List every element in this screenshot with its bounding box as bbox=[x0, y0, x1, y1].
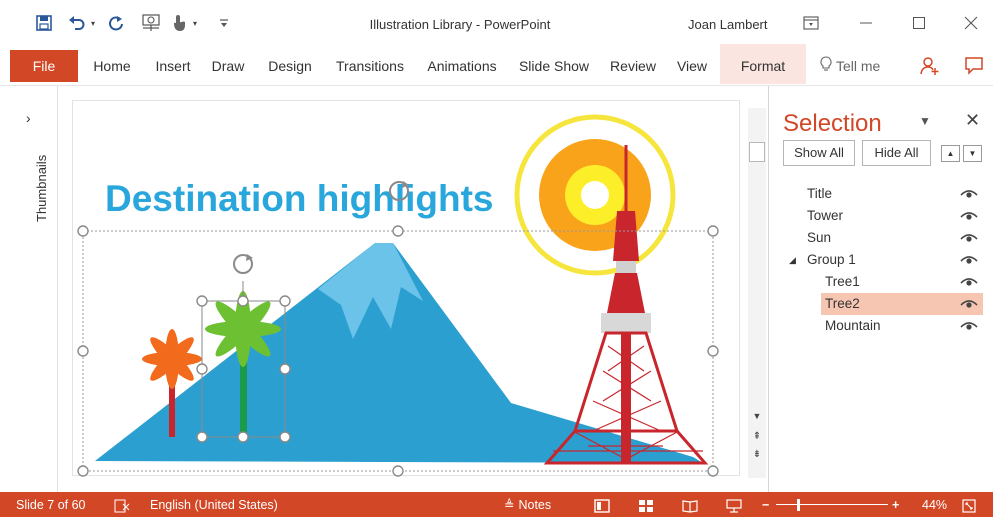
tab-file[interactable]: File bbox=[10, 50, 78, 82]
list-item-mountain[interactable]: Mountain bbox=[769, 315, 993, 337]
list-item-tree1[interactable]: Tree1 bbox=[769, 271, 993, 293]
comments-icon[interactable] bbox=[964, 56, 984, 79]
notes-label: Notes bbox=[518, 498, 552, 512]
collapse-group-icon[interactable]: ◢ bbox=[789, 249, 796, 271]
tell-me-search[interactable]: Tell me bbox=[820, 44, 880, 86]
close-icon[interactable] bbox=[960, 14, 982, 32]
touch-mode-icon[interactable] bbox=[170, 13, 188, 33]
slide-sorter-icon[interactable] bbox=[638, 492, 654, 517]
visibility-eye-icon[interactable] bbox=[959, 249, 983, 271]
visibility-eye-icon[interactable] bbox=[959, 183, 983, 205]
undo-icon[interactable] bbox=[66, 13, 88, 33]
visibility-eye-icon[interactable] bbox=[959, 271, 983, 293]
list-item-sun[interactable]: Sun bbox=[769, 227, 993, 249]
spell-check-icon[interactable] bbox=[114, 492, 130, 517]
tab-animations[interactable]: Animations bbox=[420, 44, 504, 84]
list-item-label: Tower bbox=[807, 208, 844, 223]
slide-canvas[interactable]: Destination highlights bbox=[72, 100, 740, 477]
lightbulb-icon bbox=[820, 45, 832, 89]
tab-review[interactable]: Review bbox=[604, 44, 662, 84]
tab-home[interactable]: Home bbox=[86, 44, 138, 84]
tab-insert[interactable]: Insert bbox=[148, 44, 198, 84]
status-bar: Slide 7 of 60 English (United States) ≜ N… bbox=[0, 492, 993, 517]
slide-counter[interactable]: Slide 7 of 60 bbox=[16, 492, 86, 517]
list-item-label: Tree1 bbox=[825, 274, 860, 289]
tree2-rotate-handle[interactable] bbox=[233, 254, 253, 274]
list-item-tower[interactable]: Tower bbox=[769, 205, 993, 227]
zoom-slider[interactable] bbox=[776, 504, 888, 505]
slide-title[interactable]: Destination highlights bbox=[105, 178, 493, 219]
bring-forward-icon[interactable]: ▲ bbox=[941, 145, 960, 162]
share-icon[interactable] bbox=[920, 56, 940, 79]
next-slide-icon[interactable]: ⇟ bbox=[748, 446, 766, 462]
visibility-eye-icon[interactable] bbox=[959, 315, 983, 337]
language-indicator[interactable]: English (United States) bbox=[150, 492, 278, 517]
visibility-eye-icon[interactable] bbox=[959, 205, 983, 227]
user-name[interactable]: Joan Lambert bbox=[688, 17, 768, 32]
zoom-out-icon[interactable]: − bbox=[762, 492, 769, 517]
send-backward-icon[interactable]: ▼ bbox=[963, 145, 982, 162]
scroll-down-icon[interactable]: ▼ bbox=[748, 408, 766, 424]
vertical-scrollbar[interactable]: ▼ ⇞ ⇟ bbox=[748, 108, 766, 478]
pane-close-icon[interactable]: ✕ bbox=[965, 110, 980, 131]
list-item-title[interactable]: Title bbox=[769, 183, 993, 205]
list-item-tree2[interactable]: Tree2 bbox=[769, 293, 993, 315]
workspace: › Thumbnails Destination highlights ▼ ⇞ … bbox=[0, 86, 993, 492]
visibility-eye-icon[interactable] bbox=[959, 293, 983, 315]
hide-all-button[interactable]: Hide All bbox=[862, 140, 931, 166]
slide-show-icon[interactable] bbox=[726, 492, 742, 517]
ribbon-display-options-icon[interactable] bbox=[800, 14, 822, 32]
present-from-start-icon[interactable] bbox=[140, 13, 162, 33]
zoom-in-icon[interactable]: + bbox=[892, 492, 899, 517]
touch-mode-dropdown-icon[interactable]: ▾ bbox=[190, 13, 200, 33]
zoom-slider-thumb[interactable] bbox=[797, 499, 801, 511]
notes-icon: ≜ bbox=[504, 498, 515, 512]
list-item-label: Title bbox=[807, 186, 833, 201]
undo-dropdown-icon[interactable]: ▾ bbox=[88, 13, 98, 33]
visibility-eye-icon[interactable] bbox=[959, 227, 983, 249]
expand-thumbnails-icon[interactable]: › bbox=[26, 110, 31, 126]
scrollbar-thumb[interactable] bbox=[749, 142, 765, 162]
notes-button[interactable]: ≜ Notes bbox=[504, 492, 551, 517]
redo-icon[interactable] bbox=[106, 13, 126, 33]
tab-transitions[interactable]: Transitions bbox=[330, 44, 410, 84]
normal-view-icon[interactable] bbox=[594, 492, 610, 517]
list-item-label: Sun bbox=[807, 230, 832, 245]
list-item-label: Tree2 bbox=[825, 296, 860, 311]
list-item-label: Group 1 bbox=[807, 252, 856, 267]
maximize-icon[interactable] bbox=[908, 14, 930, 32]
tab-format[interactable]: Format bbox=[720, 44, 806, 84]
pane-options-icon[interactable]: ▼ bbox=[919, 114, 931, 128]
minimize-icon[interactable] bbox=[855, 14, 877, 32]
thumbnails-label[interactable]: Thumbnails bbox=[34, 155, 49, 222]
tab-design[interactable]: Design bbox=[262, 44, 318, 84]
tell-me-label: Tell me bbox=[836, 58, 881, 74]
selection-pane-title: Selection bbox=[783, 110, 882, 137]
fit-to-window-icon[interactable] bbox=[962, 492, 976, 517]
save-icon[interactable] bbox=[34, 13, 54, 33]
zoom-level[interactable]: 44% bbox=[922, 492, 947, 517]
slide-editing-area: Destination highlights bbox=[58, 86, 768, 492]
sun-shape[interactable] bbox=[514, 114, 676, 276]
reading-view-icon[interactable] bbox=[682, 492, 698, 517]
tab-slide-show[interactable]: Slide Show bbox=[514, 44, 594, 84]
previous-slide-icon[interactable]: ⇞ bbox=[748, 428, 766, 444]
thumbnails-rail[interactable]: › Thumbnails bbox=[10, 86, 58, 492]
tab-draw[interactable]: Draw bbox=[206, 44, 250, 84]
list-item-label: Mountain bbox=[825, 318, 881, 333]
list-item-group-1[interactable]: ◢ Group 1 bbox=[769, 249, 993, 271]
customize-qat-icon[interactable] bbox=[218, 13, 230, 33]
ribbon-tabs: File Home Insert Draw Design Transitions… bbox=[0, 44, 993, 86]
window-title: Illustration Library - PowerPoint bbox=[369, 17, 551, 32]
selection-pane: Selection ▼ ✕ Show All Hide All ▲ ▼ Titl… bbox=[768, 86, 993, 492]
tab-view[interactable]: View bbox=[670, 44, 714, 84]
show-all-button[interactable]: Show All bbox=[783, 140, 855, 166]
title-bar: ▾ ▾ Illustration Library - PowerPoint Jo… bbox=[0, 0, 993, 44]
